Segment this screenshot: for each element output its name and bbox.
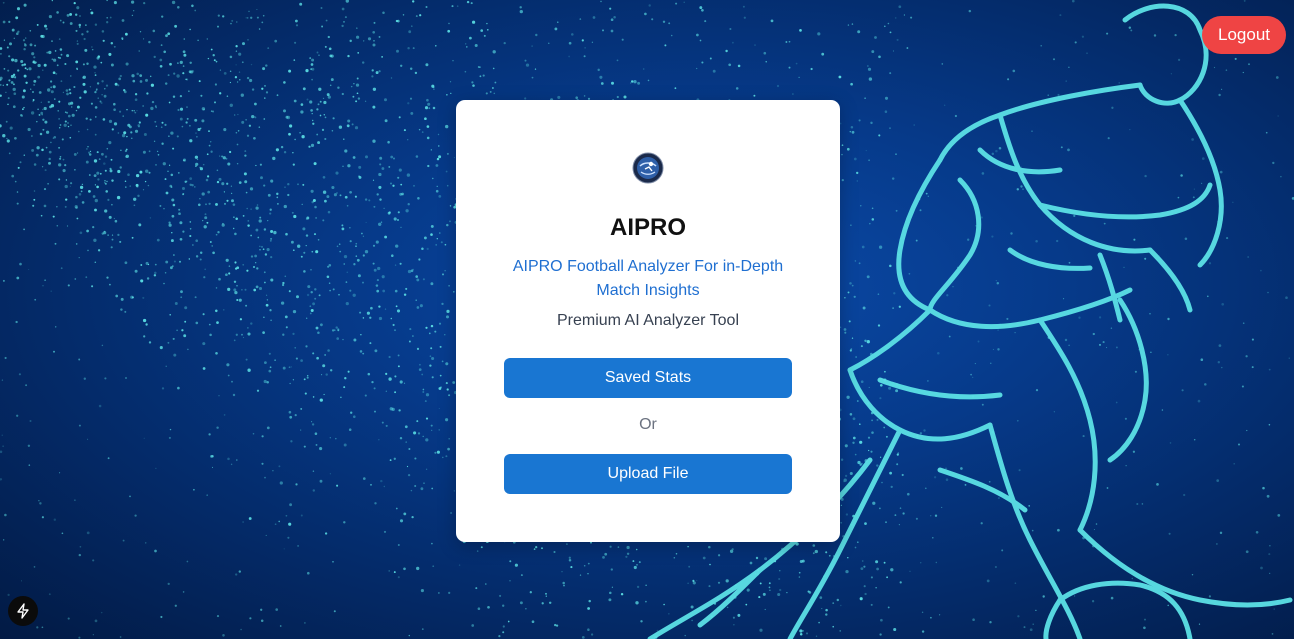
landing-card: AIPRO AIPRO Football Analyzer For in-Dep… bbox=[456, 100, 840, 542]
lightning-bolt-icon bbox=[17, 603, 29, 619]
saved-stats-button[interactable]: Saved Stats bbox=[504, 358, 792, 398]
upload-file-button[interactable]: Upload File bbox=[504, 454, 792, 494]
or-separator: Or bbox=[639, 416, 657, 433]
dev-tools-button[interactable] bbox=[8, 596, 38, 626]
football-globe-icon bbox=[632, 152, 664, 184]
logout-button[interactable]: Logout bbox=[1202, 16, 1286, 54]
app-title: AIPRO bbox=[609, 214, 686, 241]
app-subtitle: AIPRO Football Analyzer For in-Depth Mat… bbox=[512, 258, 784, 299]
app-tagline: Premium AI Analyzer Tool bbox=[556, 312, 739, 329]
